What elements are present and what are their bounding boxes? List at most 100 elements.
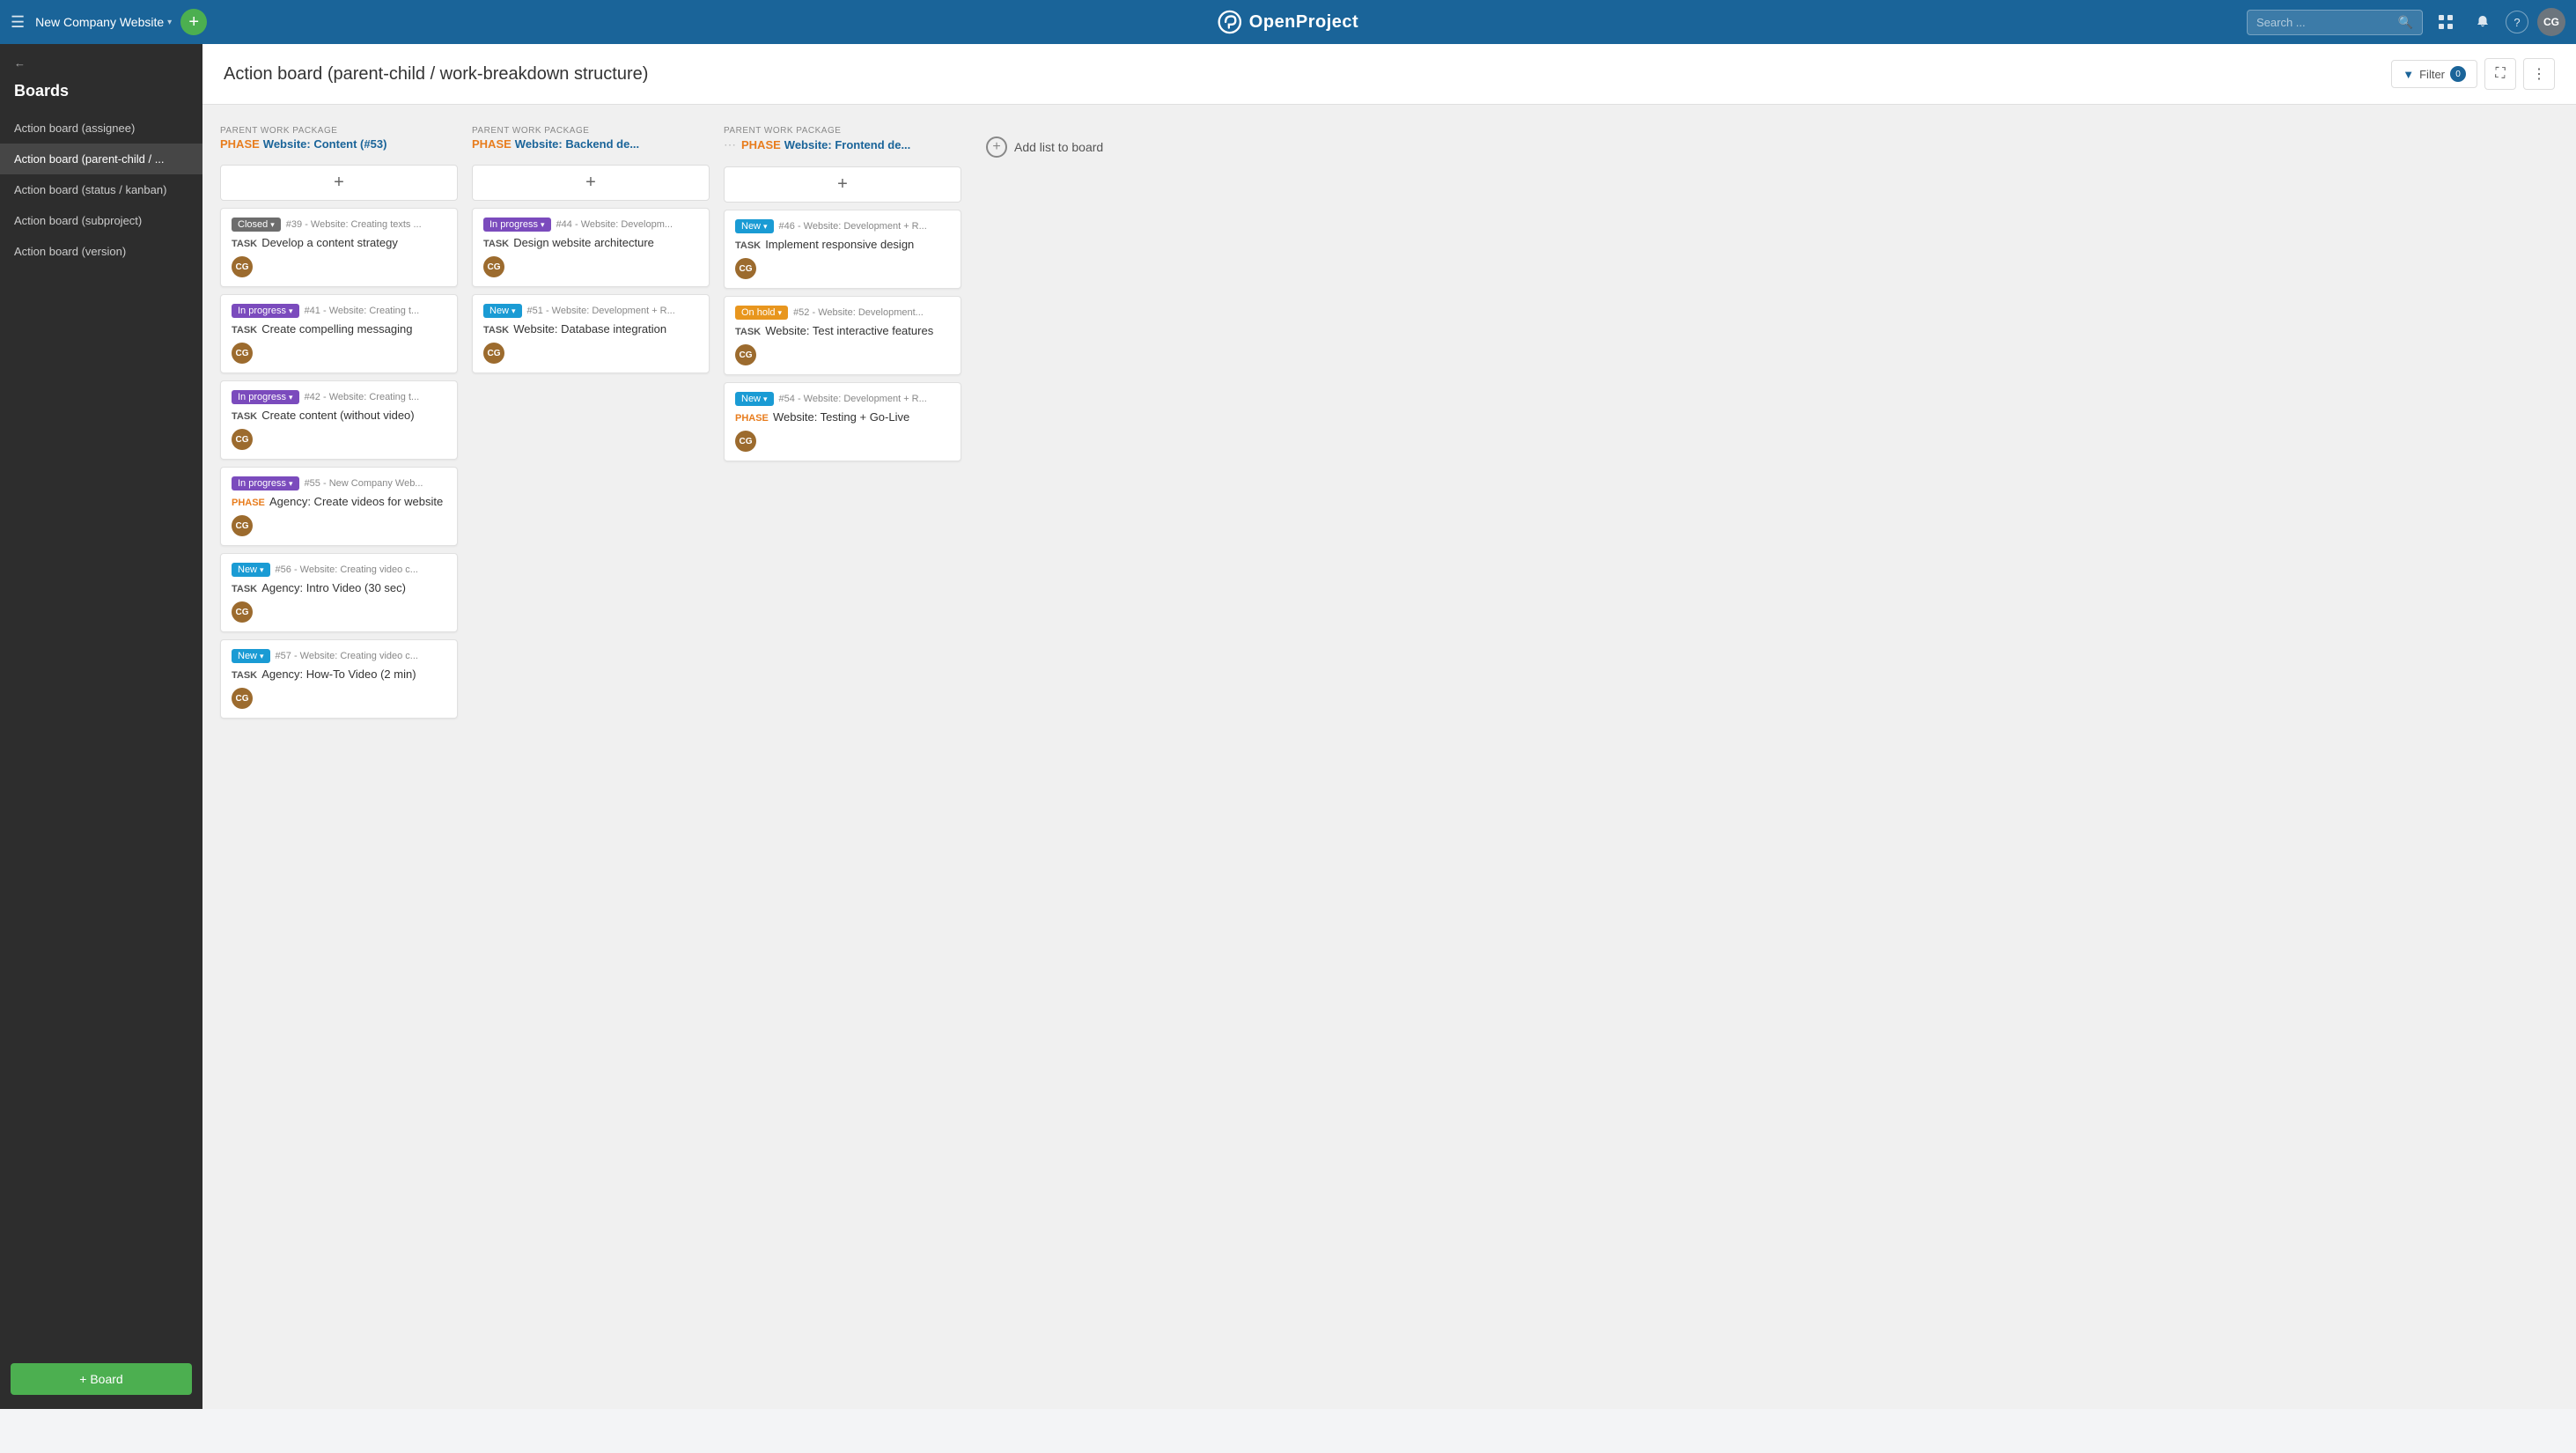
- card-title-row: TASK Implement responsive design: [735, 237, 950, 253]
- add-list-to-board[interactable]: + Add list to board: [975, 122, 1134, 172]
- status-badge[interactable]: New ▾: [232, 649, 270, 663]
- fullscreen-button[interactable]: ⛶: [2484, 58, 2516, 90]
- help-icon[interactable]: ?: [2506, 11, 2528, 33]
- card-title-row: TASK Create content (without video): [232, 408, 446, 424]
- status-badge[interactable]: On hold ▾: [735, 306, 788, 320]
- card-id-meta: #46 - Website: Development + R...: [779, 221, 927, 232]
- column-title-row: PHASE Website: Backend de...: [472, 137, 710, 151]
- card-id-meta: #55 - New Company Web...: [305, 478, 423, 489]
- user-avatar[interactable]: CG: [2537, 8, 2565, 36]
- card-avatar: CG: [232, 429, 253, 450]
- sidebar-item-parent-child[interactable]: Action board (parent-child / ...: [0, 144, 202, 174]
- add-card-button[interactable]: +: [724, 166, 961, 203]
- card-title: Implement responsive design: [765, 238, 914, 251]
- add-board-button[interactable]: + Board: [11, 1363, 192, 1395]
- column-header: Parent work packagePHASE Website: Backen…: [472, 122, 710, 158]
- status-badge[interactable]: In progress ▾: [483, 218, 551, 232]
- card-type-label: TASK: [232, 411, 260, 422]
- search-input[interactable]: [2256, 16, 2393, 29]
- project-name[interactable]: New Company Website ▾: [35, 15, 172, 29]
- notifications-icon[interactable]: [2469, 8, 2497, 36]
- sidebar-item-subproject[interactable]: Action board (subproject): [0, 205, 202, 236]
- card-type-label: TASK: [232, 325, 260, 336]
- status-badge[interactable]: New ▾: [483, 304, 522, 318]
- card-id-meta: #41 - Website: Creating t...: [305, 306, 420, 316]
- sidebar-item-status[interactable]: Action board (status / kanban): [0, 174, 202, 205]
- card-type-label: TASK: [232, 670, 260, 681]
- card-id-meta: #56 - Website: Creating video c...: [276, 564, 418, 575]
- status-badge[interactable]: New ▾: [735, 219, 774, 233]
- status-badge[interactable]: New ▾: [735, 392, 774, 406]
- card-type-label: TASK: [483, 239, 512, 249]
- sidebar-item-assignee[interactable]: Action board (assignee): [0, 113, 202, 144]
- column-drag-handle[interactable]: ⋯: [724, 137, 736, 152]
- sidebar: ← Boards Action board (assignee) Action …: [0, 44, 202, 1409]
- card[interactable]: New ▾ #57 - Website: Creating video c... T…: [220, 639, 458, 719]
- status-badge[interactable]: In progress ▾: [232, 304, 299, 318]
- card-avatar: CG: [232, 343, 253, 364]
- modules-icon[interactable]: [2432, 8, 2460, 36]
- card-id-meta: #57 - Website: Creating video c...: [276, 651, 418, 661]
- card-type-label: TASK: [232, 584, 260, 594]
- column-title-row: ⋯PHASE Website: Frontend de...: [724, 137, 961, 152]
- column-header: Parent work package⋯PHASE Website: Front…: [724, 122, 961, 159]
- board-column-col-content: Parent work packagePHASE Website: Conten…: [220, 122, 458, 719]
- card-title: Agency: How-To Video (2 min): [261, 667, 416, 681]
- card-meta-row: New ▾ #51 - Website: Development + R...: [483, 304, 698, 318]
- card-type-label: TASK: [735, 327, 763, 337]
- card-id-meta: #44 - Website: Developm...: [556, 219, 673, 230]
- add-card-button[interactable]: +: [472, 165, 710, 201]
- card[interactable]: In progress ▾#42 - Website: Creating t..…: [220, 380, 458, 460]
- card-avatar: CG: [735, 258, 756, 279]
- status-badge[interactable]: In progress ▾: [232, 390, 299, 404]
- create-new-button[interactable]: +: [180, 9, 207, 35]
- card-title: Website: Test interactive features: [765, 324, 933, 337]
- column-type-label: Parent work package: [472, 126, 710, 136]
- card-id-meta: #39 - Website: Creating texts ...: [286, 219, 422, 230]
- openproject-logo-icon: [1218, 10, 1242, 34]
- card-meta-row: Closed ▾ #39 - Website: Creating texts ..…: [232, 218, 446, 232]
- page-header: Action board (parent-child / work-breakd…: [202, 44, 2576, 105]
- card-title-row: PHASE Agency: Create videos for website: [232, 494, 446, 510]
- hamburger-menu-icon[interactable]: ☰: [11, 13, 25, 32]
- fullscreen-icon: ⛶: [2495, 66, 2505, 82]
- filter-icon: ▼: [2403, 68, 2414, 81]
- status-badge[interactable]: Closed ▾: [232, 218, 281, 232]
- card-meta-row: New ▾ #46 - Website: Development + R...: [735, 219, 950, 233]
- column-type-label: Parent work package: [220, 126, 458, 136]
- filter-button[interactable]: ▼ Filter 0: [2391, 60, 2477, 88]
- more-options-button[interactable]: ⋮: [2523, 58, 2555, 90]
- card[interactable]: New ▾#54 - Website: Development + R...PH…: [724, 382, 961, 461]
- card[interactable]: In progress ▾ #55 - New Company Web... PHA…: [220, 467, 458, 546]
- sidebar-back-button[interactable]: ←: [0, 44, 202, 78]
- card[interactable]: New ▾#51 - Website: Development + R...TA…: [472, 294, 710, 373]
- board-area: Parent work packagePHASE Website: Conten…: [202, 105, 2576, 1409]
- column-header: Parent work packagePHASE Website: Conten…: [220, 122, 458, 158]
- card[interactable]: On hold ▾#52 - Website: Development...TA…: [724, 296, 961, 375]
- column-name-label: Website: Frontend de...: [784, 138, 911, 151]
- page-actions: ▼ Filter 0 ⛶ ⋮: [2391, 58, 2555, 90]
- card-title: Design website architecture: [513, 236, 654, 249]
- more-options-icon: ⋮: [2532, 65, 2546, 83]
- card[interactable]: In progress ▾ #41 - Website: Creating t..…: [220, 294, 458, 373]
- card[interactable]: Closed ▾ #39 - Website: Creating texts ..…: [220, 208, 458, 287]
- search-box[interactable]: 🔍: [2247, 10, 2423, 35]
- column-phase-label: PHASE: [472, 137, 512, 151]
- card-title: Create content (without video): [261, 409, 414, 422]
- card-avatar: CG: [735, 344, 756, 365]
- status-badge[interactable]: In progress ▾: [232, 476, 299, 490]
- sidebar-item-version[interactable]: Action board (version): [0, 236, 202, 267]
- card[interactable]: In progress ▾ #44 - Website: Developm... T…: [472, 208, 710, 287]
- card-title: Create compelling messaging: [261, 322, 412, 336]
- card[interactable]: New ▾ #56 - Website: Creating video c... T…: [220, 553, 458, 632]
- top-navigation: ☰ New Company Website ▾ + OpenProject 🔍: [0, 0, 2576, 44]
- column-title-row: PHASE Website: Content (#53): [220, 137, 458, 151]
- project-chevron-icon: ▾: [167, 18, 172, 27]
- add-list-plus-icon: +: [986, 136, 1007, 158]
- status-badge[interactable]: New ▾: [232, 563, 270, 577]
- card-type-label: TASK: [232, 239, 260, 249]
- add-card-button[interactable]: +: [220, 165, 458, 201]
- card-title: Website: Database integration: [513, 322, 666, 336]
- card-id-meta: #51 - Website: Development + R...: [527, 306, 675, 316]
- card[interactable]: New ▾ #46 - Website: Development + R... TA…: [724, 210, 961, 289]
